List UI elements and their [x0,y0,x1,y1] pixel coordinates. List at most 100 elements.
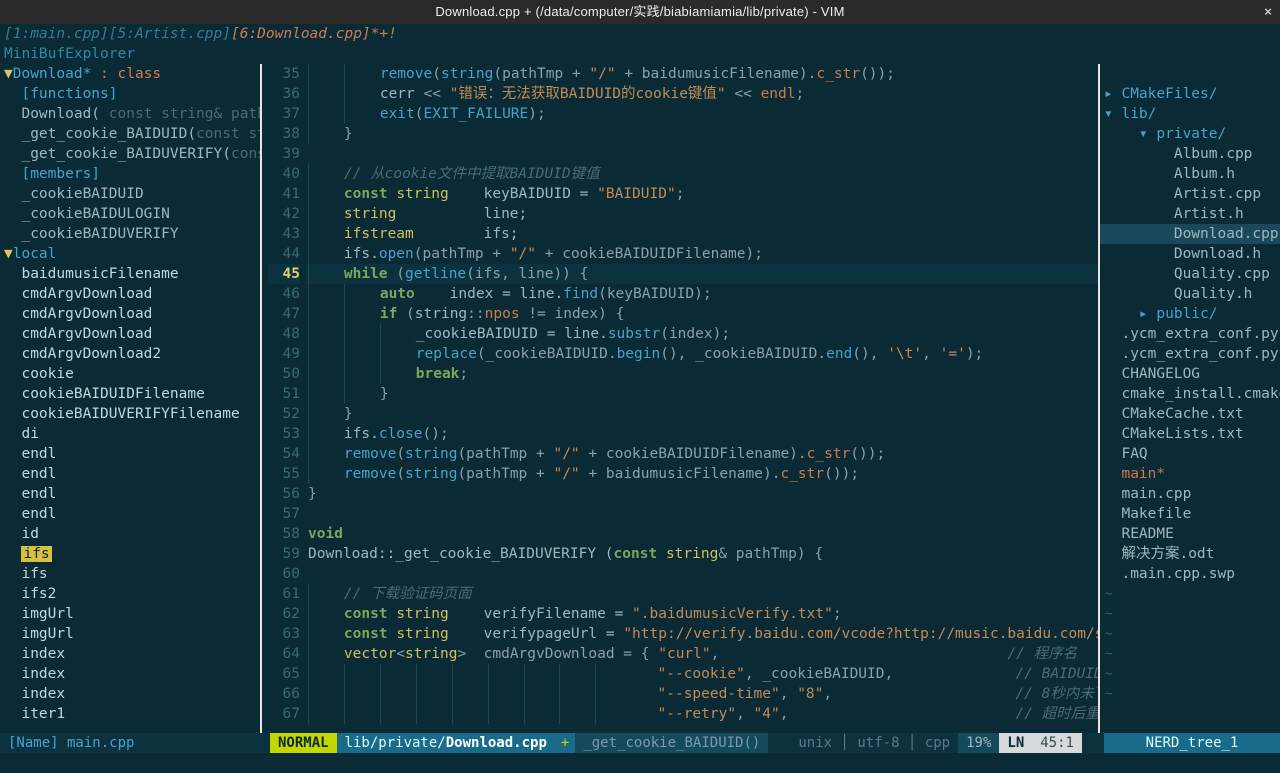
taglist-local[interactable]: iter1 [0,704,260,724]
minibuf-tab[interactable]: [1:main.cpp] [4,26,109,42]
taglist-local[interactable]: endl [0,504,260,524]
nerdtree-file[interactable]: CMakeLists.txt [1100,424,1280,444]
code-line[interactable]: _cookieBAIDUID = line.substr(index); [306,324,1098,344]
taglist-function[interactable]: _get_cookie_BAIDUID(const str [0,124,260,144]
code-line[interactable]: replace(_cookieBAIDUID.begin(), _cookieB… [306,344,1098,364]
nerdtree-file[interactable]: CHANGELOG [1100,364,1280,384]
taglist-function[interactable]: Download( const string& pathTmp [0,104,260,124]
nerdtree-empty[interactable]: ~ [1100,684,1280,704]
code-line[interactable]: remove(string(pathTmp + "/" + cookieBAID… [306,444,1098,464]
code-line[interactable]: void [306,524,1098,544]
nerdtree-file[interactable]: Quality.h [1100,284,1280,304]
nerdtree-file[interactable]: .ycm_extra_conf.pyc [1100,344,1280,364]
nerdtree-empty[interactable]: ~ [1100,624,1280,644]
code-line[interactable]: // 下载验证码页面 [306,584,1098,604]
code-line[interactable] [306,144,1098,164]
code-line[interactable]: ifs.close(); [306,424,1098,444]
code-line[interactable]: remove(string(pathTmp + "/" + baidumusic… [306,64,1098,84]
nerdtree-file[interactable]: cmake_install.cmake [1100,384,1280,404]
code-line[interactable]: "--speed-time", "8", // 8秒内未下载1字节> [306,684,1098,704]
code-line[interactable]: const string verifyFilename = ".baidumus… [306,604,1098,624]
code-line[interactable]: } [306,124,1098,144]
code-line[interactable] [306,504,1098,524]
taglist-local[interactable]: imgUrl [0,604,260,624]
taglist-local[interactable]: index [0,664,260,684]
code-line[interactable]: remove(string(pathTmp + "/" + baidumusic… [306,464,1098,484]
nerdtree-file[interactable]: CMakeCache.txt [1100,404,1280,424]
code-line[interactable]: // 从cookie文件中提取BAIDUID键值 [306,164,1098,184]
nerdtree-file[interactable]: Download.cpp [1100,224,1280,244]
nerdtree-empty[interactable]: ~ [1100,644,1280,664]
taglist-local[interactable]: endl [0,484,260,504]
taglist-local[interactable]: baidumusicFilename [0,264,260,284]
nerdtree-file[interactable]: README [1100,524,1280,544]
code-line[interactable]: Download::_get_cookie_BAIDUVERIFY (const… [306,544,1098,564]
taglist-local[interactable]: cookieBAIDUVERIFYFilename [0,404,260,424]
nerdtree-file[interactable]: 解决方案.odt [1100,544,1280,564]
taglist-local[interactable]: cmdArgvDownload [0,324,260,344]
nerdtree-file[interactable]: FAQ [1100,444,1280,464]
nerdtree-empty[interactable]: ~ [1100,584,1280,604]
nerdtree-empty[interactable]: ~ [1100,604,1280,624]
code-line[interactable]: } [306,404,1098,424]
code-line[interactable]: cerr << "错误：无法获取BAIDUID的cookie键值" << end… [306,84,1098,104]
taglist-group[interactable]: [members] [0,164,260,184]
taglist-local[interactable]: cookieBAIDUIDFilename [0,384,260,404]
minibuf-tab[interactable]: [5:Artist.cpp] [109,26,231,42]
code-line[interactable]: break; [306,364,1098,384]
taglist-local[interactable]: ifs [0,564,260,584]
nerdtree-file[interactable]: .main.cpp.swp [1100,564,1280,584]
nerdtree-root[interactable] [1100,64,1280,84]
code-line[interactable]: vector<string> cmdArgvDownload = { "curl… [306,644,1098,664]
taglist-member[interactable]: _cookieBAIDUID [0,184,260,204]
nerdtree-dir[interactable]: ▸ public/ [1100,304,1280,324]
code-line[interactable]: string line; [306,204,1098,224]
nerdtree-file[interactable]: Artist.cpp [1100,184,1280,204]
nerdtree-dir[interactable]: ▾ lib/ [1100,104,1280,124]
taglist-local[interactable]: endl [0,464,260,484]
taglist-local[interactable]: imgUrl [0,624,260,644]
taglist-local[interactable]: index [0,684,260,704]
code-line[interactable]: const string keyBAIDUID = "BAIDUID"; [306,184,1098,204]
taglist-local[interactable]: endl [0,444,260,464]
code-line[interactable]: } [306,484,1098,504]
taglist-local[interactable]: ifs2 [0,584,260,604]
taglist-group[interactable]: [functions] [0,84,260,104]
taglist-function[interactable]: _get_cookie_BAIDUVERIFY(const [0,144,260,164]
taglist-class[interactable]: ▼Download* : class [0,64,260,84]
taglist-local[interactable]: cmdArgvDownload [0,284,260,304]
nerdtree-file[interactable]: Album.h [1100,164,1280,184]
nerdtree-file[interactable]: Quality.cpp [1100,264,1280,284]
nerdtree-file[interactable]: Download.h [1100,244,1280,264]
code-line[interactable]: const string verifypageUrl = "http://ver… [306,624,1098,644]
code-line[interactable]: exit(EXIT_FAILURE); [306,104,1098,124]
code-line[interactable]: "--cookie", _cookieBAIDUID, // BAIDUID的c… [306,664,1098,684]
nerdtree-file[interactable]: Makefile [1100,504,1280,524]
command-line[interactable] [0,753,1280,773]
taglist-local[interactable]: cmdArgvDownload2 [0,344,260,364]
nerdtree-file[interactable]: Artist.h [1100,204,1280,224]
code-editor[interactable]: remove(string(pathTmp + "/" + baidumusic… [306,64,1098,733]
nerdtree-file[interactable]: main* [1100,464,1280,484]
nerdtree-empty[interactable]: ~ [1100,664,1280,684]
nerdtree-pane[interactable]: ▸ CMakeFiles/▾ lib/ ▾ private/ Album.cpp… [1100,64,1280,733]
taglist-local[interactable]: cmdArgvDownload [0,304,260,324]
close-icon[interactable]: × [1264,2,1272,22]
minibuf-tab[interactable]: [6:Download.cpp]*+! [231,26,397,42]
taglist-local[interactable]: di [0,424,260,444]
nerdtree-dir[interactable]: ▾ private/ [1100,124,1280,144]
code-line[interactable]: "--retry", "4", // 超时后重试次数 [306,704,1098,724]
taglist-member[interactable]: _cookieBAIDUVERIFY [0,224,260,244]
code-line[interactable]: } [306,384,1098,404]
taglist-local[interactable]: id [0,524,260,544]
code-line[interactable] [306,564,1098,584]
code-line[interactable]: if (string::npos != index) { [306,304,1098,324]
code-line[interactable]: ifstream ifs; [306,224,1098,244]
code-line[interactable]: ifs.open(pathTmp + "/" + cookieBAIDUIDFi… [306,244,1098,264]
taglist-group[interactable]: ▼local [0,244,260,264]
code-line[interactable]: while (getline(ifs, line)) { [306,264,1098,284]
nerdtree-file[interactable]: .ycm_extra_conf.py [1100,324,1280,344]
taglist-local[interactable]: cookie [0,364,260,384]
nerdtree-file[interactable]: main.cpp [1100,484,1280,504]
taglist-local[interactable]: index [0,644,260,664]
